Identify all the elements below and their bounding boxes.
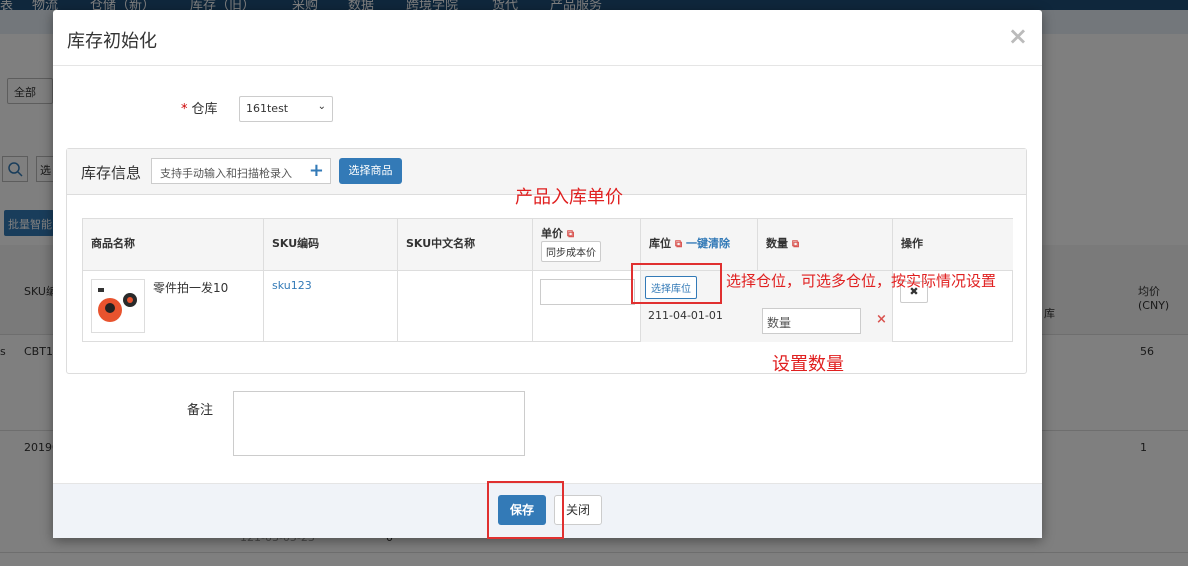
copy-icon[interactable]: ⧉ [567, 229, 574, 240]
copy-icon[interactable]: ⧉ [792, 239, 799, 250]
modal-title: 库存初始化 [67, 31, 157, 52]
panel-title: 库存信息 [81, 164, 142, 182]
required-mark: * [181, 102, 188, 117]
plus-icon[interactable]: + [309, 160, 324, 181]
sync-cost-button[interactable]: 同步成本价 [541, 241, 601, 262]
cell-sku-cn [398, 271, 533, 342]
note-label: 备注 [187, 403, 214, 418]
col-header-sku: SKU编码 [264, 219, 398, 271]
col-header-price: 单价 ⧉ 同步成本价 [533, 219, 641, 271]
stock-info-panel: 库存信息 支持手动输入和扫描枪录入 + 选择商品 商品名称 SKU编码 SKU中… [66, 148, 1027, 374]
warehouse-label: * 仓库 [181, 102, 218, 117]
warehouse-select[interactable]: 161test ⌄ [239, 96, 333, 122]
choose-goods-button[interactable]: 选择商品 [339, 158, 402, 184]
product-image [91, 279, 145, 333]
scan-input[interactable]: 支持手动输入和扫描枪录入 + [151, 158, 331, 184]
sku-link[interactable]: sku123 [272, 279, 312, 292]
qty-input[interactable]: 数量 [762, 308, 861, 334]
price-input[interactable] [540, 279, 635, 305]
clear-all-link[interactable]: 一键清除 [686, 237, 730, 250]
annotation-price: 产品入库单价 [515, 187, 623, 208]
remove-location-icon[interactable]: × [876, 312, 887, 327]
col-header-action: 操作 [893, 219, 1013, 271]
annotation-location: 选择仓位，可选多仓位，按实际情况设置 [726, 272, 997, 290]
highlight-save-box [487, 481, 564, 539]
cell-product: 零件拍一发10 [83, 271, 264, 342]
cell-price [533, 271, 641, 342]
highlight-location-box [631, 263, 722, 304]
note-textarea[interactable] [233, 391, 525, 456]
col-header-qty: 数量 ⧉ [758, 219, 893, 271]
close-icon[interactable]: × [1008, 22, 1028, 50]
col-header-sku-cn: SKU中文名称 [398, 219, 533, 271]
cell-sku: sku123 [264, 271, 398, 342]
product-name: 零件拍一发10 [153, 281, 229, 295]
copy-icon[interactable]: ⧉ [675, 239, 682, 250]
modal-header: 库存初始化 × [53, 10, 1042, 66]
chevron-down-icon: ⌄ [317, 101, 326, 112]
annotation-qty: 设置数量 [772, 354, 844, 375]
col-header-name: 商品名称 [83, 219, 264, 271]
location-value: 211-04-01-01 [648, 309, 723, 322]
